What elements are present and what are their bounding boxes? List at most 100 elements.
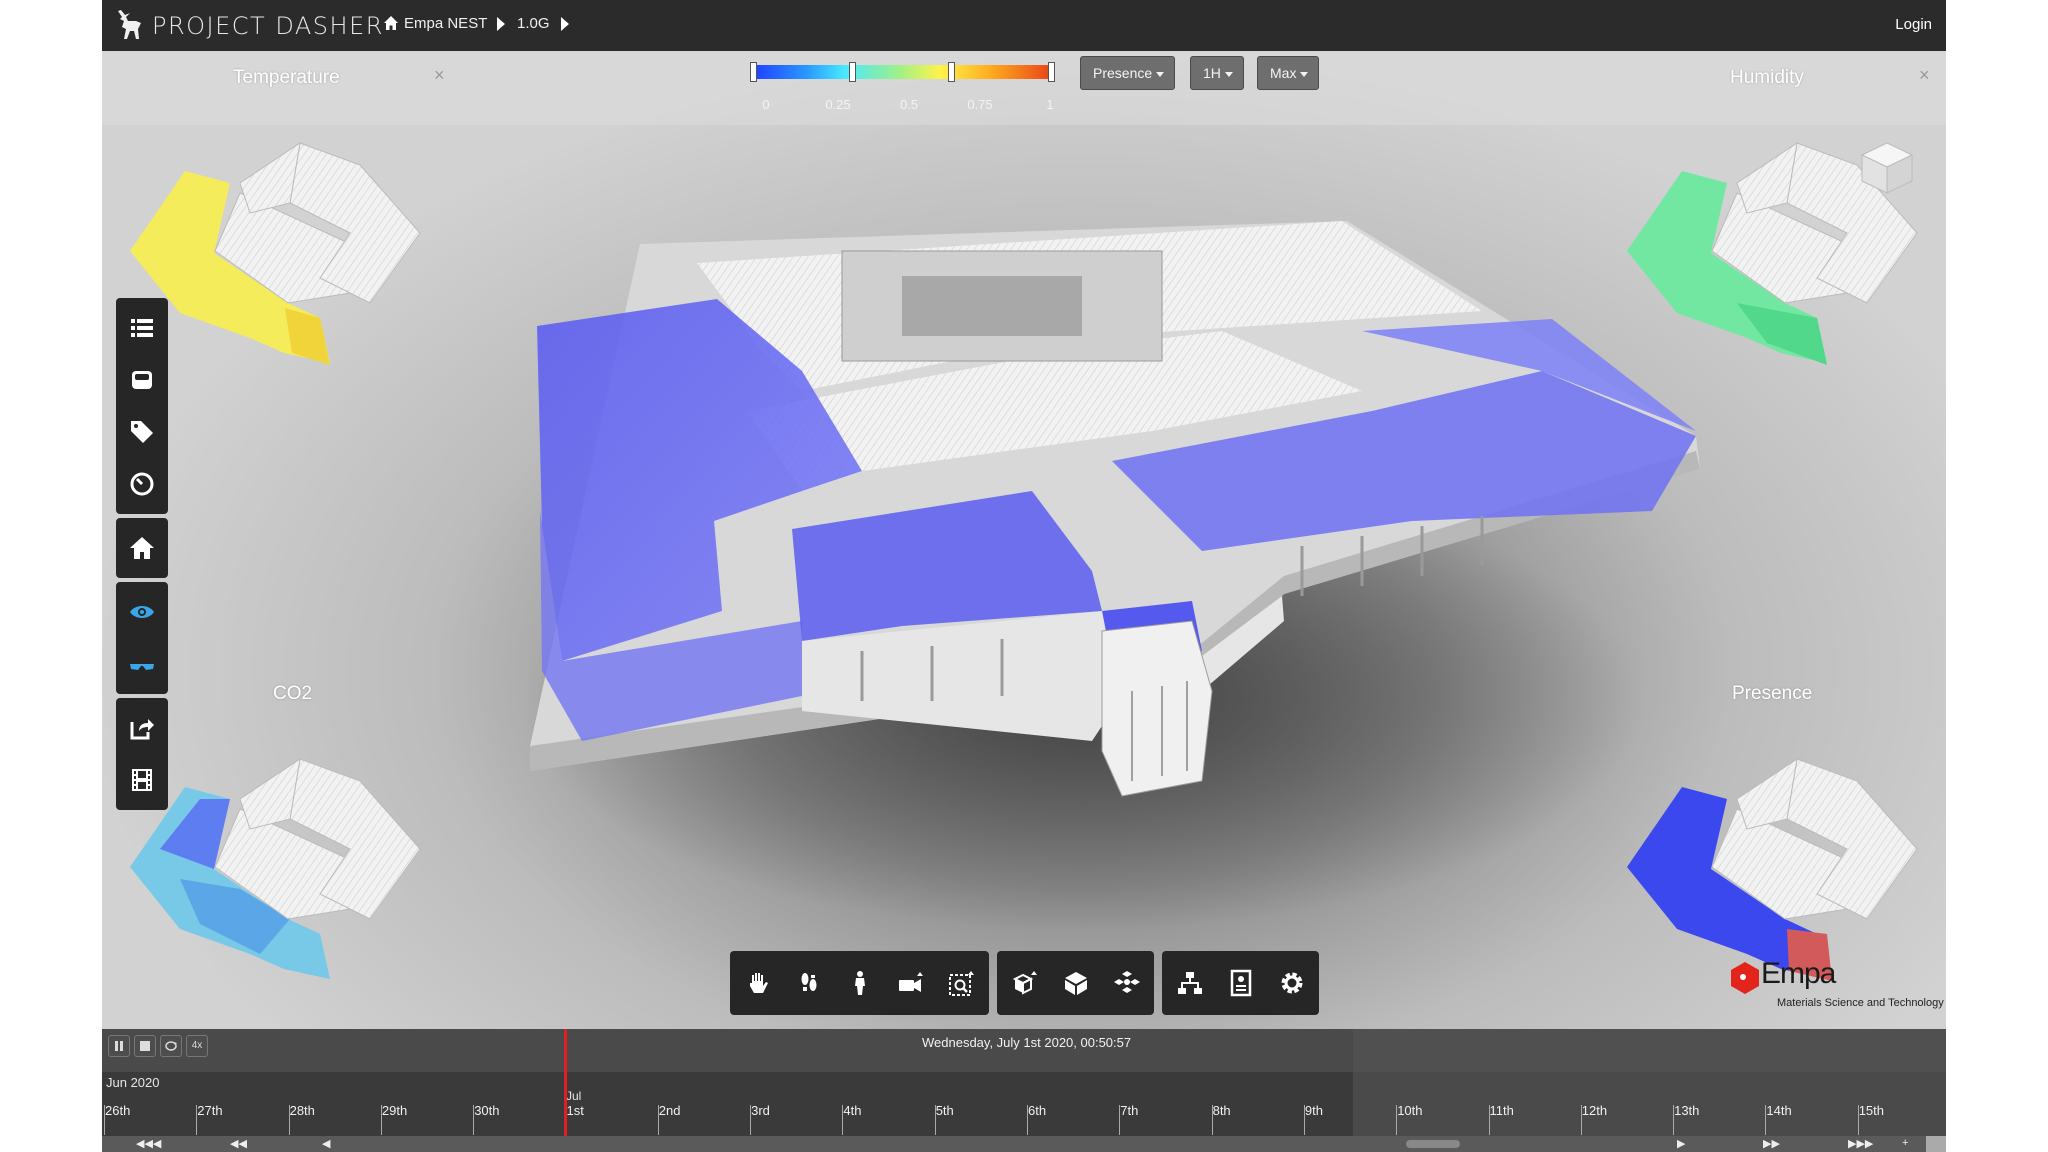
first-person-button[interactable]: [834, 951, 885, 1015]
walk-icon: [801, 973, 816, 991]
scale-handle-min[interactable]: [750, 62, 757, 82]
3d-viewport[interactable]: Temperature × Humidity × CO2 Presence 0 …: [102, 51, 1946, 1029]
zoom-in-icon[interactable]: +: [1902, 1137, 1908, 1149]
timeline[interactable]: 4x Wednesday, July 1st 2020, 00:50:57 Ju…: [102, 1029, 1946, 1152]
film-icon: [132, 769, 152, 791]
home-icon: [130, 537, 154, 559]
navigation-toolbar-group: [730, 951, 989, 1015]
login-link[interactable]: Login: [1895, 16, 1932, 33]
timeline-day-label: 11th: [1489, 1103, 1514, 1118]
gauge-button[interactable]: [116, 458, 168, 510]
tag-button[interactable]: [116, 406, 168, 458]
explode-icon: [1012, 971, 1037, 995]
sensor-button[interactable]: [116, 354, 168, 406]
breadcrumb-expand-icon[interactable]: [561, 17, 569, 31]
eye-icon: [130, 606, 154, 618]
camera-button[interactable]: [885, 951, 936, 1015]
model-browser-button[interactable]: [1101, 951, 1152, 1015]
step-forward-icon[interactable]: ▶: [1677, 1137, 1685, 1150]
rewind-icon[interactable]: ◀◀: [230, 1137, 247, 1150]
metric-dropdown-label: Presence: [1093, 65, 1153, 81]
timeline-day-label: 7th: [1120, 1103, 1139, 1118]
breadcrumb-floor[interactable]: 1.0G: [517, 15, 550, 32]
interval-dropdown[interactable]: 1H: [1190, 56, 1244, 90]
loop-icon: [165, 1041, 177, 1051]
forward-fast-icon[interactable]: ▶▶▶: [1848, 1137, 1873, 1150]
breadcrumb-separator-icon: [497, 17, 505, 31]
walk-button[interactable]: [783, 951, 834, 1015]
gauge-icon: [130, 472, 154, 496]
settings-button[interactable]: [1266, 951, 1317, 1015]
timeline-day-label: 3rd: [751, 1103, 770, 1118]
scale-handle-high[interactable]: [948, 62, 955, 82]
humidity-minimap[interactable]: [1617, 103, 1946, 403]
chevron-down-icon: [1224, 71, 1233, 77]
color-scale-bar: [754, 65, 1054, 79]
list-button[interactable]: [116, 302, 168, 354]
pause-button[interactable]: [108, 1035, 130, 1057]
step-back-icon[interactable]: ◀: [322, 1137, 330, 1150]
interval-dropdown-label: 1H: [1203, 65, 1221, 81]
breadcrumb-building[interactable]: Empa NEST: [404, 15, 487, 32]
scale-tick-label: 1: [1046, 97, 1054, 112]
home-view-button[interactable]: [116, 522, 168, 574]
aggregation-dropdown[interactable]: Max: [1257, 56, 1320, 90]
timeline-day-label: 6th: [1028, 1103, 1047, 1118]
timeline-day-label: 28th: [289, 1103, 315, 1118]
scale-tick-label: 0.75: [967, 97, 993, 112]
humidity-close-icon[interactable]: ×: [1919, 65, 1930, 86]
left-toolbar-group: [116, 698, 168, 810]
timeline-day-label: 4th: [843, 1103, 862, 1118]
timeline-day-label: 26th: [105, 1103, 131, 1118]
navigation-toolbar-group: [997, 951, 1154, 1015]
hierarchy-icon: [1177, 972, 1202, 994]
stop-button[interactable]: [134, 1035, 156, 1057]
speed-button[interactable]: 4x: [186, 1035, 208, 1057]
left-toolbar-group: [116, 298, 168, 514]
explode-button[interactable]: [999, 951, 1050, 1015]
navigation-toolbar: [730, 951, 1327, 1015]
share-button[interactable]: [116, 702, 168, 754]
timeline-day-label: 14th: [1766, 1103, 1792, 1118]
timeline-scrollbar[interactable]: ◀◀◀ ◀◀ ◀ ▶ ▶▶ ▶▶▶ +: [102, 1136, 1946, 1152]
share-icon: [130, 719, 154, 740]
timeline-day-label: 29th: [381, 1103, 408, 1118]
loop-button[interactable]: [160, 1035, 182, 1057]
settings-icon: [1281, 972, 1302, 994]
forward-icon[interactable]: ▶▶: [1763, 1137, 1780, 1150]
timeline-day-label: 12th: [1581, 1103, 1608, 1118]
current-timestamp: Wednesday, July 1st 2020, 00:50:57: [922, 1035, 1132, 1050]
film-button[interactable]: [116, 754, 168, 806]
scale-tick-label: 0.5: [899, 97, 919, 112]
humidity-panel-title: Humidity: [1730, 67, 1804, 88]
section-cube-button[interactable]: [1050, 951, 1101, 1015]
home-icon[interactable]: [383, 15, 399, 31]
properties-button[interactable]: [1215, 951, 1266, 1015]
pan-button[interactable]: [732, 951, 783, 1015]
visibility-button[interactable]: [116, 586, 168, 638]
zoom-window-button[interactable]: [936, 951, 987, 1015]
timeline-day-label: 2nd: [658, 1103, 681, 1118]
timeline-day-label: 1st: [566, 1103, 584, 1118]
timeline-month-label: Jul: [566, 1089, 582, 1103]
timeline-scroll-thumb[interactable]: [1406, 1140, 1460, 1148]
temperature-close-icon[interactable]: ×: [434, 65, 445, 86]
metric-dropdown[interactable]: Presence: [1080, 56, 1176, 90]
hierarchy-button[interactable]: [1164, 951, 1215, 1015]
scale-handle-max[interactable]: [1048, 62, 1055, 82]
co2-minimap[interactable]: [120, 719, 450, 1019]
timeline-day-label: 15th: [1858, 1103, 1884, 1118]
vr-button[interactable]: [116, 638, 168, 690]
rewind-fast-icon[interactable]: ◀◀◀: [136, 1137, 161, 1150]
top-bar: PROJECT DASHER Empa NEST 1.0G Login: [102, 0, 1946, 51]
temperature-minimap[interactable]: [120, 103, 450, 403]
timeline-cursor[interactable]: [564, 1029, 567, 1136]
app-title: PROJECT DASHER: [152, 12, 384, 40]
scale-handle-low[interactable]: [849, 62, 856, 82]
glasses-icon: [130, 664, 154, 670]
zoom-window-icon: [948, 971, 974, 996]
empa-mark-icon: [1731, 962, 1759, 994]
tag-icon: [131, 421, 153, 443]
timeline-day-label: 13th: [1674, 1103, 1700, 1118]
scale-tick-label: 0.25: [825, 97, 851, 112]
